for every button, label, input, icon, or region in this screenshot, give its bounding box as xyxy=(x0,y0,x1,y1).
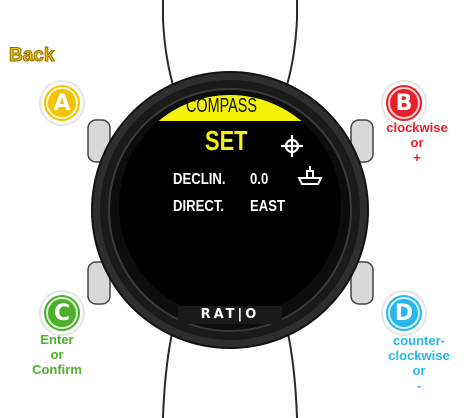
button-a-letter: A xyxy=(53,90,71,116)
button-b[interactable]: B xyxy=(383,82,425,124)
button-a-caption: Back xyxy=(8,45,55,66)
button-d-caption-line-3: or xyxy=(412,363,426,378)
brand-logo: RAT|O xyxy=(200,307,260,322)
direct-label: DIRECT. xyxy=(173,198,225,215)
button-c-caption-line-3: Confirm xyxy=(32,362,82,377)
button-c-letter: C xyxy=(53,300,71,326)
button-d-caption-line-2: clockwise xyxy=(388,348,450,363)
declin-label: DECLIN. xyxy=(173,171,226,188)
button-c-caption: Enter or Confirm xyxy=(15,332,99,377)
button-c-caption-line-2: or xyxy=(50,347,64,362)
button-b-caption: clockwise or + xyxy=(375,120,459,165)
button-c-caption-line-1: Enter xyxy=(40,332,74,347)
screen-header: COMPASS xyxy=(186,95,257,117)
button-a[interactable]: A xyxy=(41,82,83,124)
button-c[interactable]: C xyxy=(41,292,83,334)
button-b-caption-line-2: or xyxy=(410,135,424,150)
button-d-caption: counter- clockwise or - xyxy=(375,333,463,393)
button-d-letter: D xyxy=(394,300,414,326)
button-b-caption-line-1: clockwise xyxy=(386,120,448,135)
screen-mode: SET xyxy=(205,125,248,156)
button-d-caption-line-1: counter- xyxy=(393,333,445,348)
button-b-letter: B xyxy=(395,90,413,116)
button-b-caption-line-3: + xyxy=(413,150,421,165)
declin-value: 0.0 xyxy=(250,171,269,188)
direct-value: EAST xyxy=(250,198,285,215)
button-d[interactable]: D xyxy=(383,292,425,334)
button-d-caption-line-4: - xyxy=(416,378,422,393)
